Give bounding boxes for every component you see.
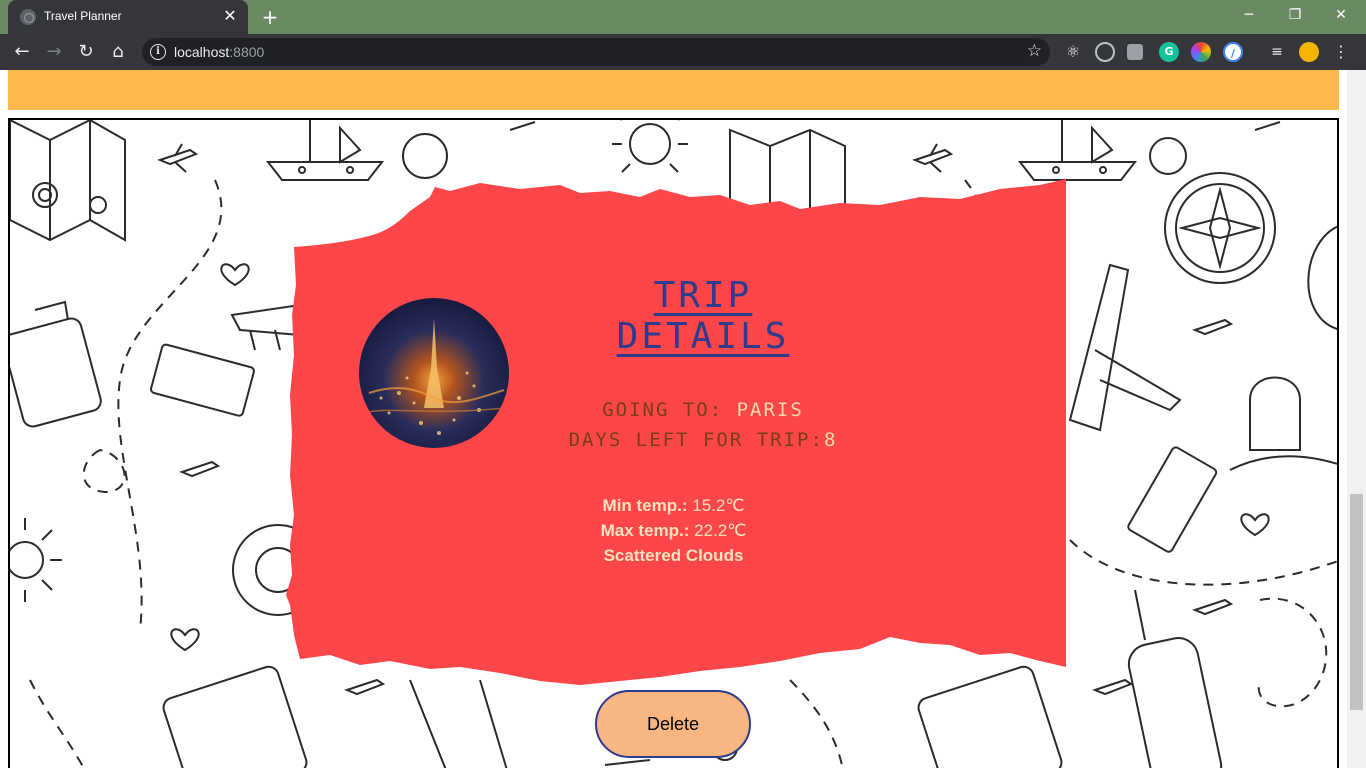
react-devtools-icon[interactable]: ⚛ [1063,42,1083,62]
extension-circle-icon[interactable] [1095,42,1115,62]
browser-toolbar: ← → ↻ ⌂ i localhost:8800 ☆ ⚛ G / ≡ ⋮ [0,34,1366,70]
paris-night-cityscape [363,318,505,435]
page-viewport: TRIP DETAILS GOING TO: PARIS DAYS LEFT F… [0,70,1366,768]
extension-badge-icon[interactable]: / [1223,42,1243,62]
extension-square-icon[interactable] [1127,44,1143,60]
grammarly-icon[interactable]: G [1159,42,1179,62]
media-queue-icon[interactable]: ≡ [1267,42,1287,62]
max-temp-value: 22.2℃ [694,521,747,540]
page-title: TRIP DETAILS [616,275,790,357]
weather-description: Scattered Clouds [603,546,744,565]
menu-dots-icon[interactable]: ⋮ [1331,42,1351,62]
days-left-label: DAYS LEFT FOR TRIP: [568,429,824,451]
weather-forecast: Min temp.: 15.2℃ Max temp.: 22.2℃ Scatte… [540,493,807,568]
restore-window-icon[interactable]: ❐ [1272,0,1318,30]
new-tab-button[interactable]: + [258,5,282,29]
color-picker-icon[interactable] [1191,42,1211,62]
scrollbar-thumb[interactable] [1350,494,1363,710]
destination-value: PARIS [736,399,804,421]
reload-icon[interactable]: ↻ [74,40,98,64]
min-temp-row: Min temp.: 15.2℃ [540,493,807,518]
back-arrow-icon[interactable]: ← [10,40,34,64]
going-to-label: GOING TO: [602,399,724,421]
destination-line: GOING TO: PARIS [460,399,946,421]
days-left-value: 8 [823,429,838,451]
url-port: :8800 [229,44,265,60]
destination-photo [359,298,509,448]
min-temp-label: Min temp.: [602,496,688,515]
max-temp-label: Max temp.: [600,521,690,540]
address-url[interactable]: localhost:8800 [174,44,264,60]
url-host: localhost [174,44,230,60]
min-temp-value: 15.2℃ [692,496,745,515]
trip-details-card: TRIP DETAILS GOING TO: PARIS DAYS LEFT F… [280,175,1072,695]
close-window-icon[interactable]: ✕ [1318,0,1364,30]
header-band [8,70,1339,110]
max-temp-row: Max temp.: 22.2℃ [540,518,807,543]
close-tab-icon[interactable]: ✕ [220,6,240,26]
browser-tab-strip: Travel Planner ✕ + ─ ❐ ✕ [0,0,1366,34]
bookmark-star-icon[interactable]: ☆ [1027,41,1042,61]
address-bar[interactable]: i localhost:8800 ☆ [142,38,1050,66]
delete-button[interactable]: Delete [595,690,751,758]
page-scrollbar[interactable] [1347,70,1366,768]
profile-avatar[interactable] [1299,42,1319,62]
minimize-window-icon[interactable]: ─ [1226,0,1272,30]
globe-icon [20,9,36,25]
forward-arrow-icon[interactable]: → [42,40,66,64]
site-info-icon[interactable]: i [150,44,166,60]
home-icon[interactable]: ⌂ [106,40,130,64]
days-left-line: DAYS LEFT FOR TRIP:8 [460,429,946,451]
browser-tab[interactable]: Travel Planner ✕ [8,0,248,34]
tab-title: Travel Planner [44,9,122,23]
